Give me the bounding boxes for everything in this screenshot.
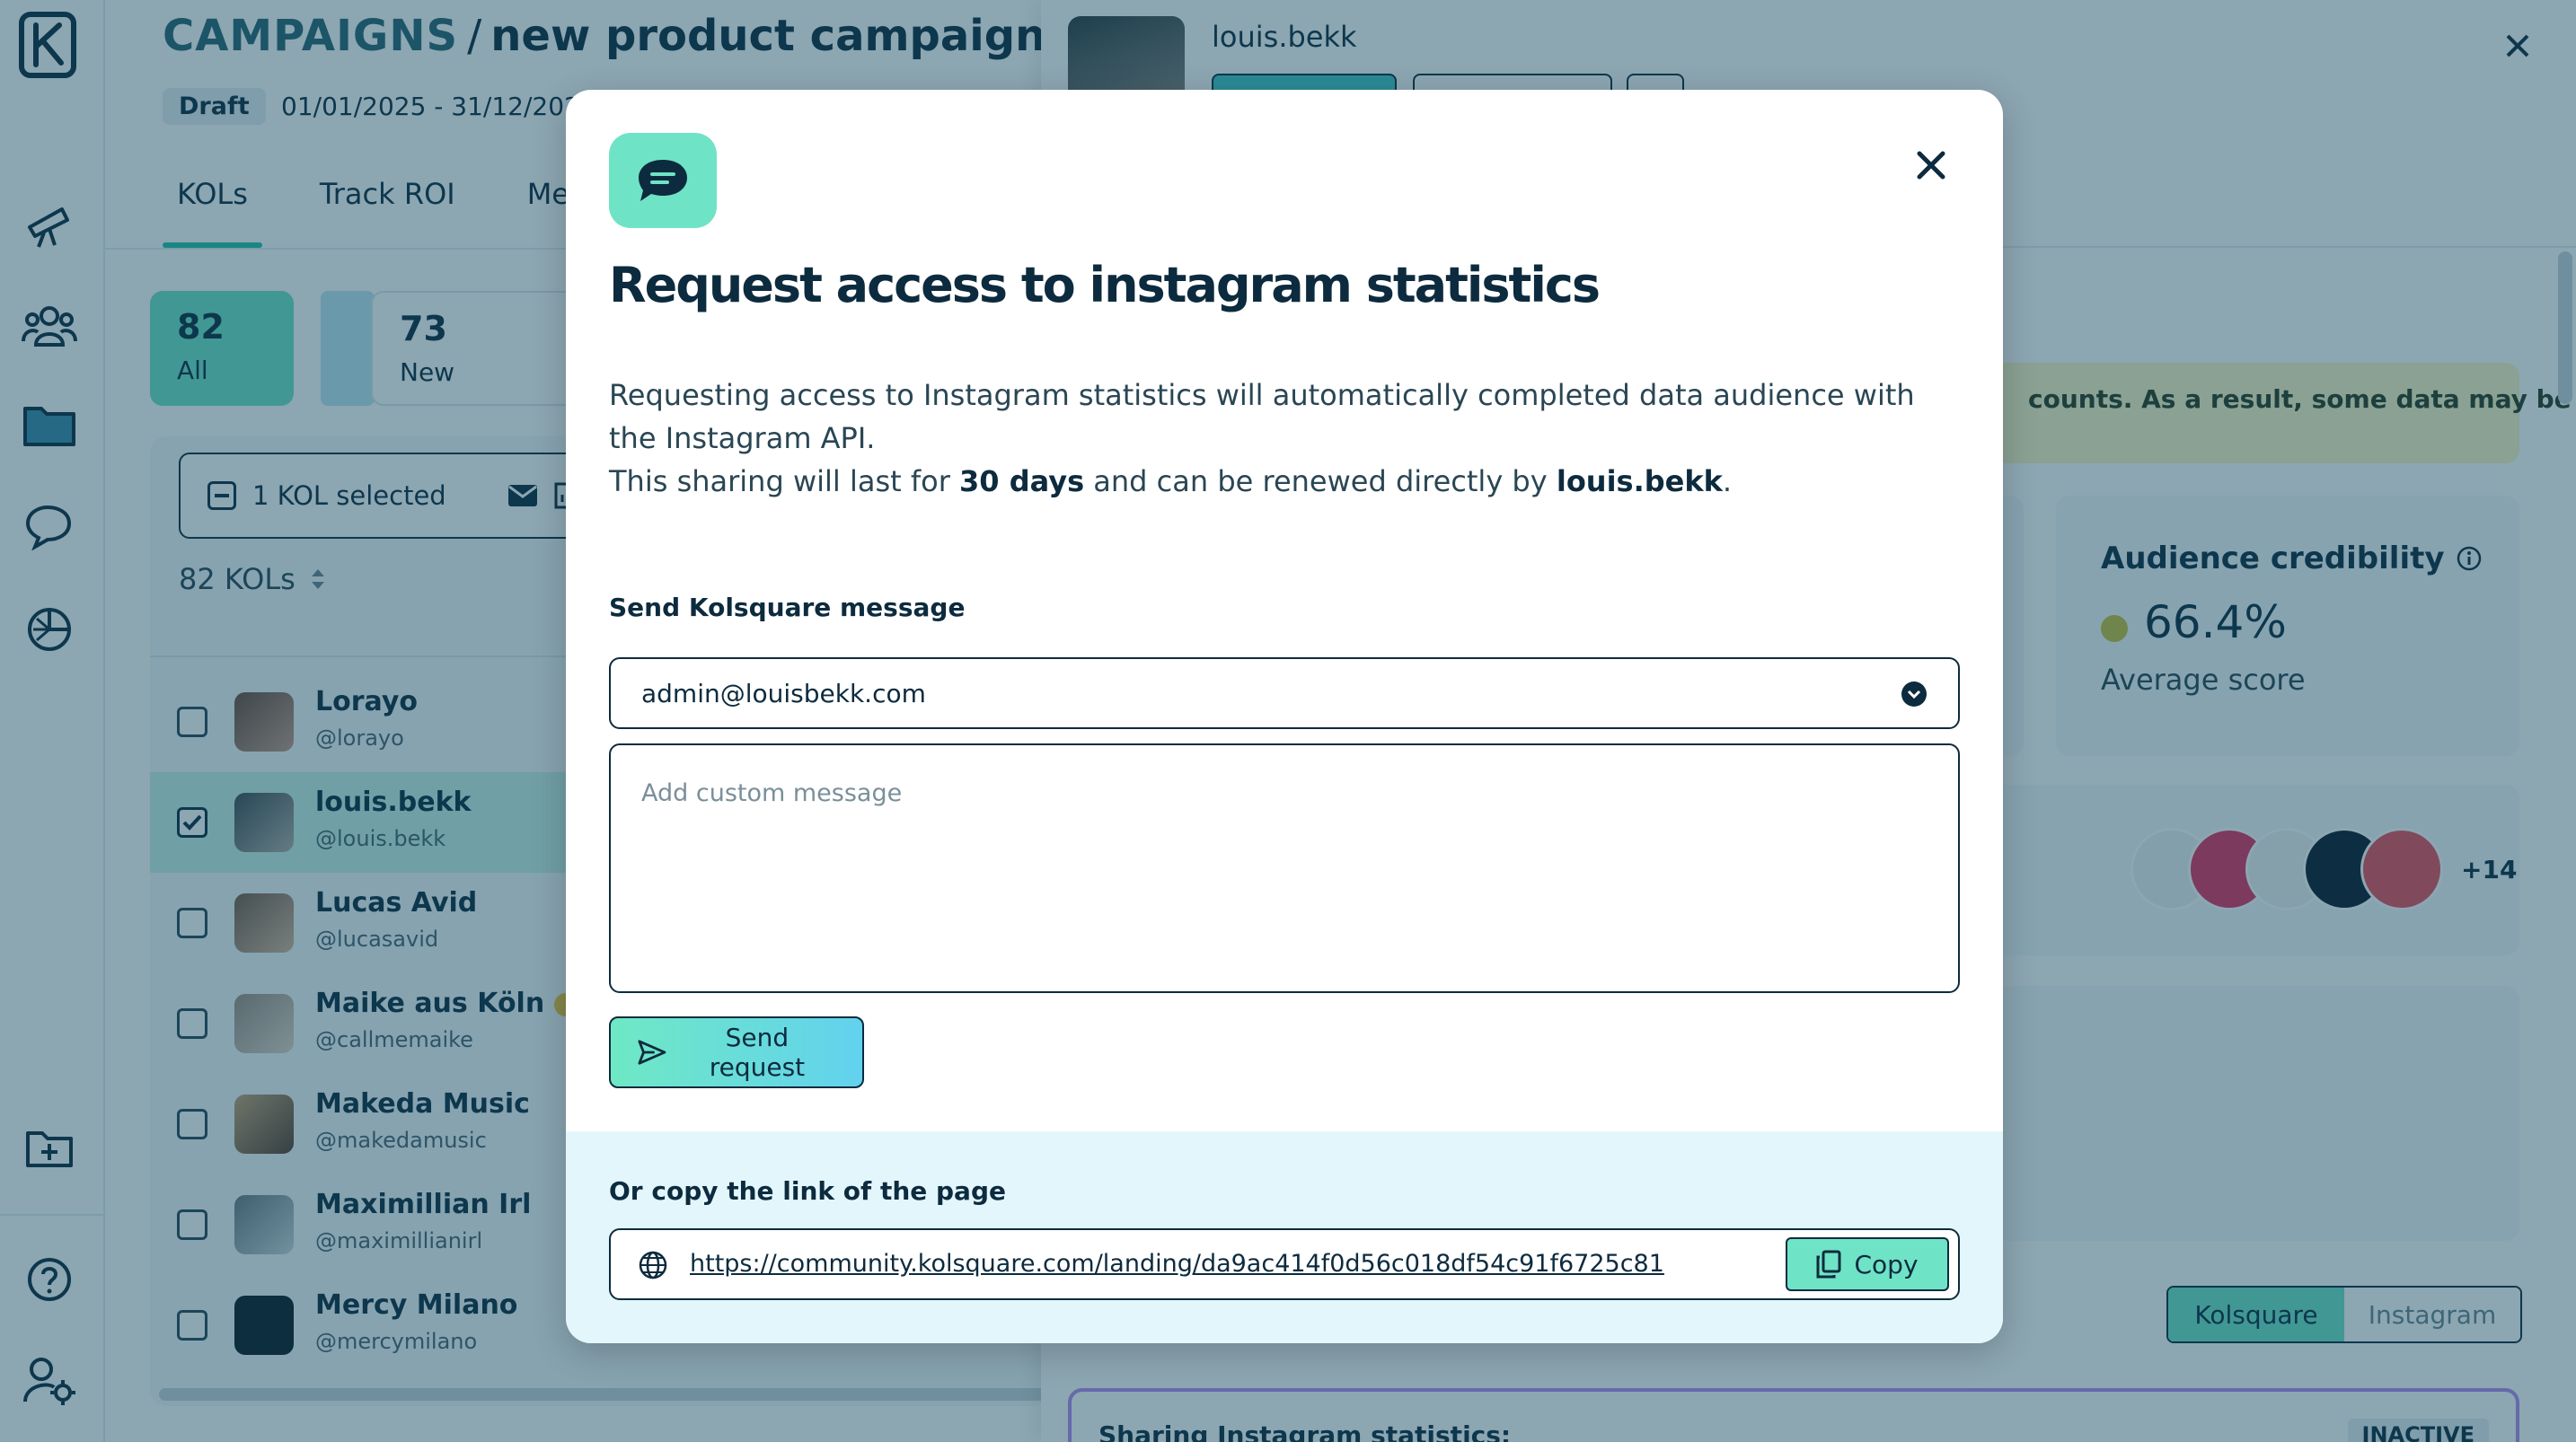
link-field: https://community.kolsquare.com/landing/… (609, 1228, 1960, 1300)
modal-close-icon[interactable] (1906, 140, 1956, 190)
chat-bubble-icon (609, 133, 717, 228)
request-access-modal: Request access to instagram statistics R… (566, 90, 2003, 1343)
description-line-2: This sharing will last for 30 days and c… (609, 460, 1956, 503)
copy-link-button[interactable]: Copy (1786, 1237, 1949, 1291)
send-message-label: Send Kolsquare message (609, 593, 966, 622)
copy-label: Copy (1854, 1249, 1919, 1279)
description-line-1: Requesting access to Instagram statistic… (609, 378, 1915, 455)
landing-page-link[interactable]: https://community.kolsquare.com/landing/… (690, 1250, 1664, 1278)
custom-message-input[interactable] (609, 743, 1960, 993)
email-select-value: admin@louisbekk.com (641, 678, 926, 708)
send-request-button[interactable]: Send request (609, 1016, 864, 1088)
description-text: and can be renewed directly by (1084, 464, 1557, 498)
description-text: . (1722, 464, 1733, 498)
copy-icon (1816, 1250, 1841, 1279)
globe-icon (639, 1251, 667, 1279)
modal-description: Requesting access to Instagram statistic… (609, 374, 1956, 503)
send-icon (638, 1040, 666, 1065)
copy-link-label: Or copy the link of the page (609, 1176, 1006, 1206)
email-select[interactable]: admin@louisbekk.com (609, 657, 1960, 729)
copy-link-section: Or copy the link of the page https://com… (566, 1131, 2003, 1343)
description-text: This sharing will last for (609, 464, 960, 498)
send-request-label: Send request (709, 1023, 806, 1082)
description-user: louis.bekk (1556, 464, 1723, 498)
modal-title: Request access to instagram statistics (609, 257, 1601, 313)
description-duration: 30 days (959, 464, 1085, 498)
chevron-down-icon (1901, 681, 1927, 707)
